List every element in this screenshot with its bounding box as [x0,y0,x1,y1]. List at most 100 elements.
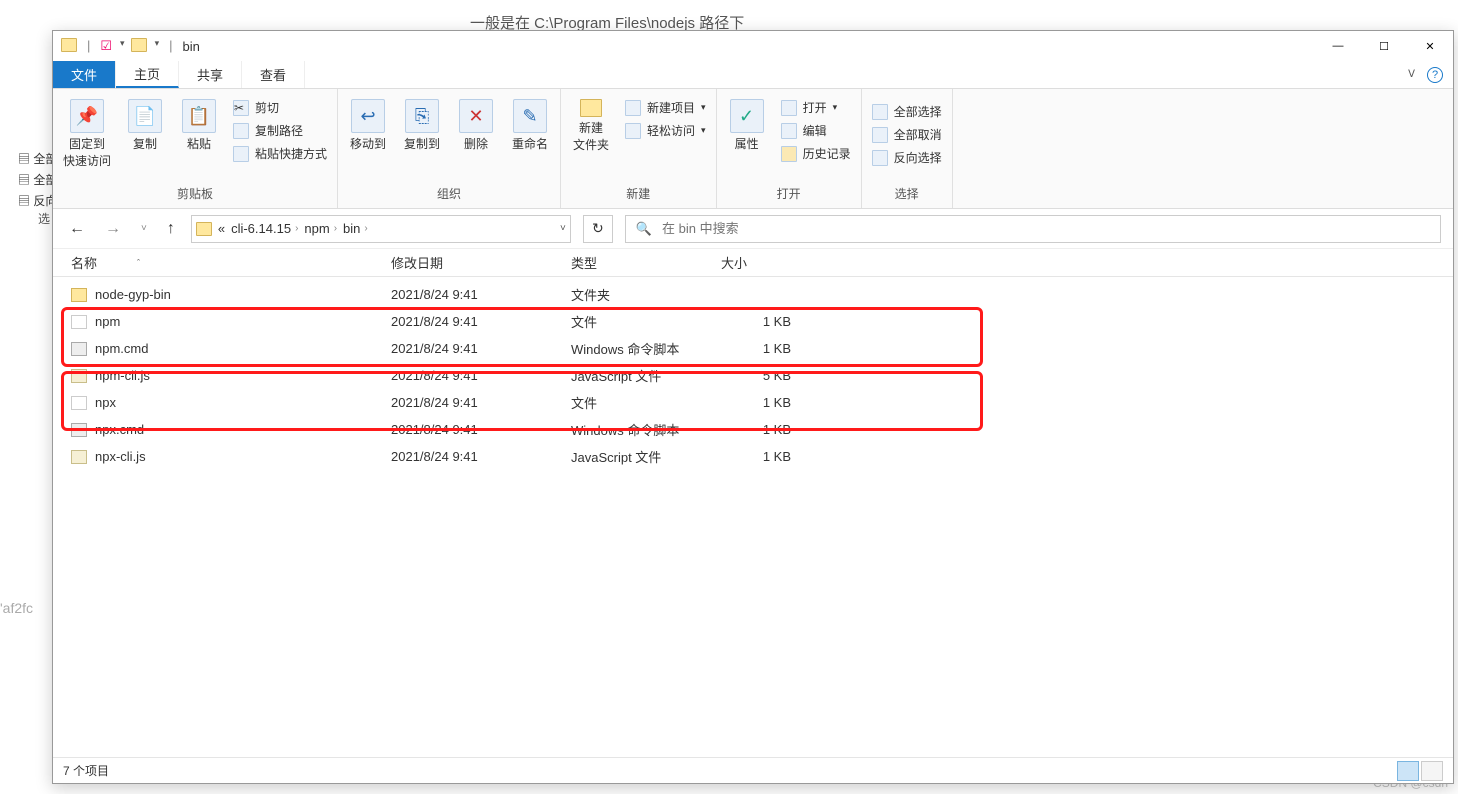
group-label: 剪贴板 [177,185,213,206]
file-name: npm [95,314,120,329]
file-date: 2021/8/24 9:41 [391,314,571,329]
file-icon [71,315,87,329]
tab-file[interactable]: 文件 [53,61,116,88]
group-label: 新建 [626,185,650,206]
tab-share[interactable]: 共享 [179,61,242,88]
breadcrumb-item[interactable]: npm› [304,221,337,236]
paste-button[interactable]: 📋粘贴 [179,95,219,152]
cmd-icon [71,423,87,437]
newitem-button[interactable]: 新建项目▾ [625,99,706,116]
address-caret[interactable]: ˅ [560,223,566,234]
help-icon[interactable]: ? [1427,67,1443,83]
details-view-button[interactable] [1397,761,1419,781]
background-af: 'af2fc [0,600,33,616]
checkbox-icon: ☑ [100,38,112,54]
copyto-button[interactable]: ⎘复制到 [402,95,442,152]
file-type: JavaScript 文件 [571,447,721,466]
refresh-button[interactable]: ↻ [583,215,613,243]
recent-caret[interactable]: ˅ [137,221,151,236]
file-type: 文件夹 [571,285,721,304]
chevron-down-icon[interactable]: ▾ [155,38,160,54]
file-date: 2021/8/24 9:41 [391,341,571,356]
titlebar[interactable]: | ☑ ▾ ▾ | bin — ☐ ✕ [53,31,1453,61]
column-headers[interactable]: 名称ˆ 修改日期 类型 大小 [53,249,1453,277]
file-row[interactable]: npm-cli.js2021/8/24 9:41JavaScript 文件5 K… [53,362,1453,389]
file-row[interactable]: npm2021/8/24 9:41文件1 KB [53,308,1453,335]
file-name: npx [95,395,116,410]
icons-view-button[interactable] [1421,761,1443,781]
file-name: npm.cmd [95,341,148,356]
copy-button[interactable]: 📄复制 [125,95,165,152]
file-date: 2021/8/24 9:41 [391,422,571,437]
easyaccess-button[interactable]: 轻松访问▾ [625,122,706,139]
maximize-button[interactable]: ☐ [1361,31,1407,61]
copypath-button[interactable]: 复制路径 [233,122,327,139]
close-button[interactable]: ✕ [1407,31,1453,61]
search-input[interactable] [662,221,1430,236]
group-label: 选择 [895,185,919,206]
file-row[interactable]: npx-cli.js 2021/8/24 9:41JavaScript 文件1 K… [53,443,1453,470]
moveto-button[interactable]: ↩移动到 [348,95,388,152]
file-row[interactable]: node-gyp-bin2021/8/24 9:41文件夹 [53,281,1453,308]
minimize-button[interactable]: — [1315,31,1361,61]
up-button[interactable]: ↑ [163,218,179,240]
file-name: npx-cli.js [95,449,146,464]
newfolder-button[interactable]: 新建 文件夹 [571,95,611,153]
sort-icon: ˆ [137,258,140,268]
selectnone-button[interactable]: 全部取消 [872,126,942,143]
col-type[interactable]: 类型 [571,253,721,272]
status-bar: 7 个项目 [53,757,1453,783]
edit-button[interactable]: 编辑 [781,122,851,139]
file-type: 文件 [571,393,721,412]
file-type: JavaScript 文件 [571,366,721,385]
file-row[interactable]: npx.cmd2021/8/24 9:41Windows 命令脚本1 KB [53,416,1453,443]
breadcrumb-item[interactable]: bin› [343,221,368,236]
breadcrumb-item[interactable]: cli-6.14.15› [231,221,298,236]
folder-icon [61,38,77,52]
cut-button[interactable]: ✂剪切 [233,99,327,116]
cmd-icon [71,342,87,356]
file-list: node-gyp-bin2021/8/24 9:41文件夹npm2021/8/2… [53,277,1453,757]
js-icon [71,369,87,383]
search-box[interactable]: 🔍 [625,215,1441,243]
file-name: npx.cmd [95,422,144,437]
window-title: bin [183,39,200,54]
chevron-down-icon[interactable]: ▾ [120,38,125,54]
group-label: 打开 [777,185,801,206]
selectall-button[interactable]: 全部选择 [872,103,942,120]
col-date[interactable]: 修改日期 [391,253,571,272]
file-row[interactable]: npm.cmd 2021/8/24 9:41Windows 命令脚本1 KB [53,335,1453,362]
file-name: node-gyp-bin [95,287,171,302]
file-type: Windows 命令脚本 [571,420,721,439]
folder-icon [131,38,147,52]
file-type: Windows 命令脚本 [571,339,721,358]
history-button[interactable]: 历史记录 [781,145,851,162]
collapse-ribbon-icon[interactable]: ᐯ [1408,69,1415,80]
folder-icon [71,288,87,302]
file-icon [71,396,87,410]
file-size: 1 KB [721,449,801,464]
rename-button[interactable]: ✎重命名 [510,95,550,152]
file-size: 1 KB [721,341,801,356]
col-name[interactable]: 名称ˆ [71,253,391,272]
address-bar[interactable]: « cli-6.14.15› npm› bin› ˅ [191,215,571,243]
invertselect-button[interactable]: 反向选择 [872,149,942,166]
breadcrumb-prefix: « [218,221,225,236]
tab-view[interactable]: 查看 [242,61,305,88]
file-date: 2021/8/24 9:41 [391,449,571,464]
properties-button[interactable]: ✓属性 [727,95,767,152]
file-size: 1 KB [721,395,801,410]
delete-button[interactable]: ✕删除 [456,95,496,152]
pin-button[interactable]: 📌固定到 快速访问 [63,95,111,169]
explorer-window: | ☑ ▾ ▾ | bin — ☐ ✕ 文件 主页 共享 查看 ᐯ ? 📌固定到… [52,30,1454,784]
open-button[interactable]: 打开▾ [781,99,851,116]
back-button[interactable]: ← [65,218,89,240]
col-size[interactable]: 大小 [721,253,801,272]
file-type: 文件 [571,312,721,331]
forward-button[interactable]: → [101,218,125,240]
file-date: 2021/8/24 9:41 [391,395,571,410]
paste-shortcut-button[interactable]: 粘贴快捷方式 [233,145,327,162]
file-size: 5 KB [721,368,801,383]
tab-home[interactable]: 主页 [116,61,179,88]
file-row[interactable]: npx 2021/8/24 9:41文件1 KB [53,389,1453,416]
